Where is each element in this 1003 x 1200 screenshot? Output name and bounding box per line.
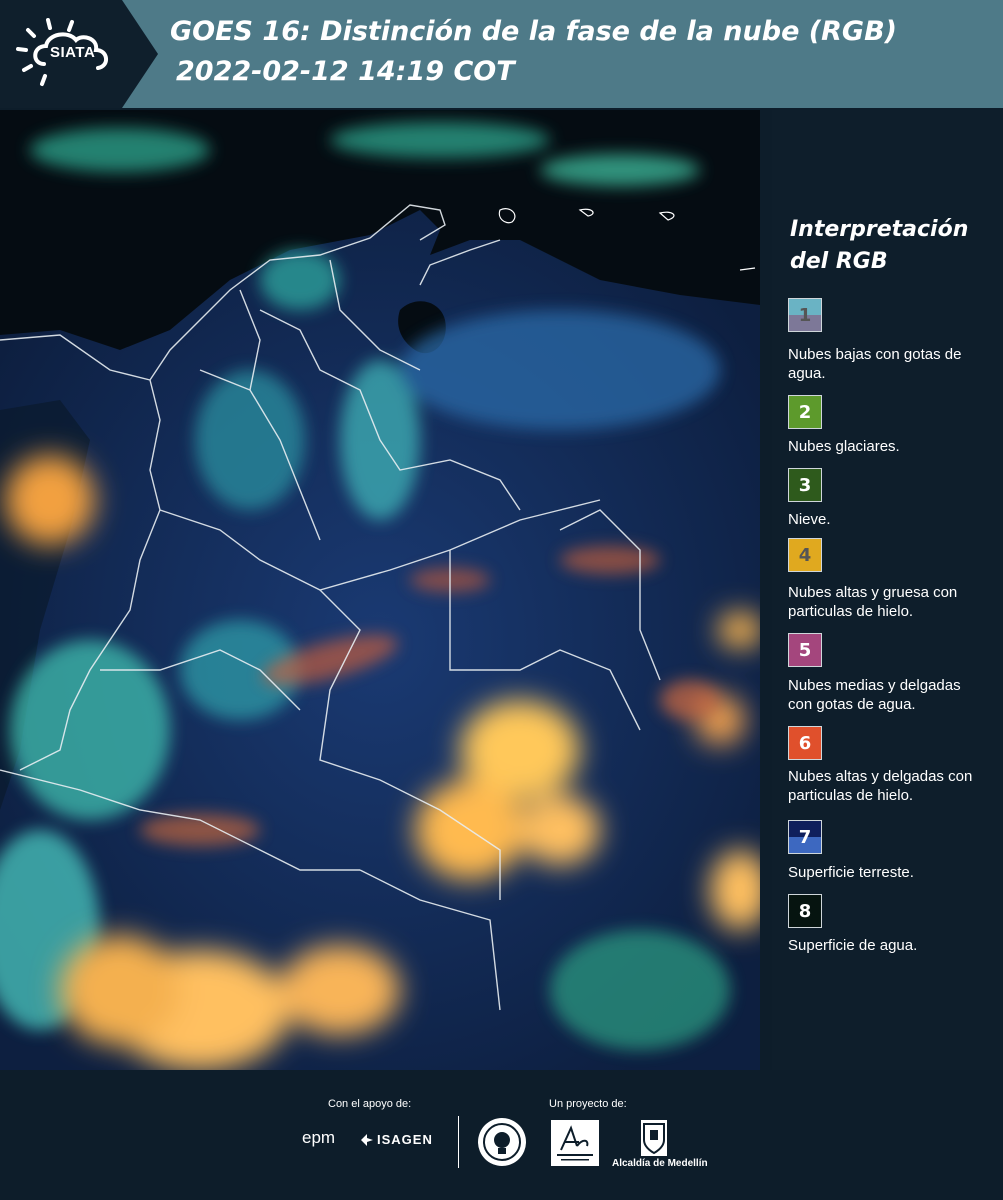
shield-icon [643, 1123, 665, 1155]
legend-swatch-4: 4 [788, 538, 822, 572]
legend-panel: Interpretación del RGB 1 Nubes bajas con… [772, 110, 1003, 1070]
support-label: Con el apoyo de: [328, 1098, 412, 1110]
footer: Con el apoyo de: Un proyecto de: epm ISA… [0, 1070, 1003, 1200]
legend-label-7: Superficie terreste. [788, 864, 914, 881]
legend-title: Interpretación del RGB [790, 217, 969, 274]
legend-label-3: Nieve. [788, 511, 831, 528]
area-metropolitana-logo[interactable] [551, 1120, 599, 1166]
area-metropolitana-icon [557, 1125, 593, 1161]
legend-swatch-8: 8 [788, 894, 822, 928]
legend-number: 3 [798, 474, 812, 496]
legend-label-5: Nubes medias y delgadas con gotas de agu… [788, 677, 961, 713]
siata-logo[interactable]: SIATA [0, 0, 158, 108]
legend-number: 7 [798, 826, 812, 848]
legend-swatch-1: 1 [788, 298, 822, 332]
legend-number: 5 [798, 639, 812, 661]
legend-label-1: Nubes bajas con gotas de agua. [788, 346, 962, 382]
legend-number: 8 [798, 900, 812, 922]
legend-label-2: Nubes glaciares. [788, 438, 900, 455]
isagen-mark-icon [361, 1134, 373, 1146]
alcaldia-text: Alcaldía de Medellín [612, 1158, 708, 1169]
alcaldia-shield-logo[interactable] [641, 1120, 667, 1156]
project-label: Un proyecto de: [549, 1098, 627, 1110]
legend-number: 1 [798, 304, 812, 326]
seal-icon [483, 1123, 521, 1161]
legend-swatch-6: 6 [788, 726, 822, 760]
legend-swatch-5: 5 [788, 633, 822, 667]
legend-number: 6 [798, 732, 812, 754]
legend-number: 4 [798, 544, 812, 566]
legend-swatch-7: 7 [788, 820, 822, 854]
satellite-rgb-image [0, 110, 760, 1070]
satellite-map [0, 110, 760, 1070]
timestamp: 2022-02-12 14:19 COT [176, 56, 515, 87]
epm-logo[interactable]: epm [302, 1128, 335, 1148]
footer-divider [458, 1116, 459, 1168]
legend-label-6: Nubes altas y delgadas con particulas de… [788, 768, 973, 804]
page-title: GOES 16: Distinción de la fase de la nub… [170, 16, 897, 47]
brand-text: SIATA [50, 44, 96, 61]
legend-label-4: Nubes altas y gruesa con particulas de h… [788, 584, 958, 620]
legend-swatch-3: 3 [788, 468, 822, 502]
legend-label-8: Superficie de agua. [788, 937, 918, 954]
legend-number: 2 [798, 401, 812, 423]
legend-swatch-2: 2 [788, 395, 822, 429]
isagen-logo[interactable]: ISAGEN [377, 1132, 433, 1147]
seal-logo[interactable] [478, 1118, 526, 1166]
header-bar: SIATA GOES 16: Distinción de la fase de … [0, 0, 1003, 108]
